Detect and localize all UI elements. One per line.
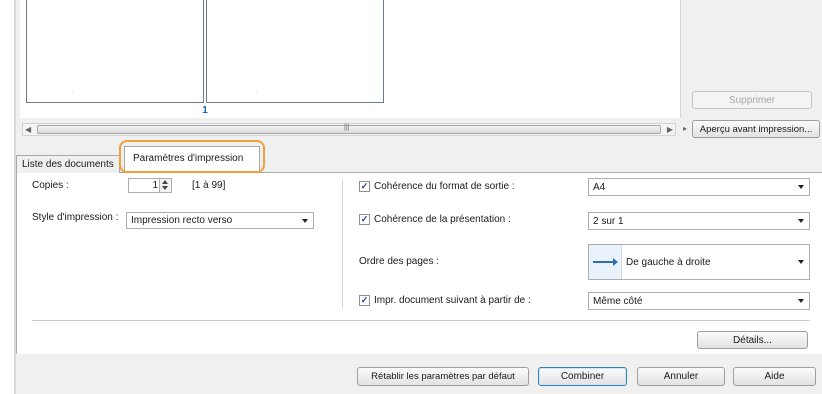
page-thumbnail-right[interactable]: [206, 0, 384, 103]
scroll-right-outer-arrow-icon[interactable]: ▸: [683, 124, 687, 133]
page-order-label: Ordre des pages :: [359, 256, 440, 267]
scrollbar-thumb[interactable]: |||: [37, 124, 661, 134]
layout-select[interactable]: 2 sur 1: [588, 212, 810, 230]
details-button[interactable]: Détails...: [697, 331, 808, 349]
layout-consistency-label: Cohérence de la présentation :: [374, 214, 511, 225]
copies-spinner[interactable]: [159, 179, 171, 192]
chevron-down-icon: [302, 218, 308, 223]
page-thumbnail-left[interactable]: [26, 0, 204, 103]
page-number: 1: [202, 105, 208, 116]
print-preview-button[interactable]: Aperçu avant impression...: [692, 120, 820, 138]
next-document-label: Impr. document suivant à partir de :: [374, 295, 531, 306]
chevron-down-icon: [798, 299, 804, 303]
combine-button[interactable]: Combiner: [538, 367, 627, 386]
next-document-checkbox[interactable]: ✓: [359, 295, 370, 306]
tab-document-list[interactable]: Liste des documents: [16, 155, 120, 173]
spin-up-icon[interactable]: [162, 180, 168, 184]
print-style-value: Impression recto verso: [131, 215, 233, 226]
help-button[interactable]: Aide: [733, 367, 816, 386]
chevron-down-icon: [798, 219, 804, 223]
layout-value: 2 sur 1: [593, 215, 624, 227]
scrollbar-grip-icon: |||: [344, 124, 350, 131]
next-document-select[interactable]: Même côté: [588, 292, 810, 310]
layout-consistency-checkbox[interactable]: ✓: [359, 214, 370, 225]
copies-value: 1: [152, 180, 158, 191]
chevron-down-icon: [798, 260, 804, 264]
thumbnail-mark-right: .: [255, 86, 258, 95]
output-format-select[interactable]: A4: [588, 178, 810, 196]
print-style-select[interactable]: Impression recto verso: [126, 212, 314, 229]
chevron-down-icon: [798, 185, 804, 189]
horizontal-scrollbar[interactable]: ◀ ||| ▶: [22, 123, 676, 136]
column-separator: [342, 180, 343, 308]
cancel-button[interactable]: Annuler: [637, 367, 725, 386]
tab-highlight-callout: [119, 140, 265, 173]
copies-range: [1 à 99]: [192, 180, 226, 191]
scroll-left-arrow-icon[interactable]: ◀: [25, 125, 31, 134]
format-consistency-label: Cohérence du format de sortie :: [374, 181, 515, 192]
left-to-right-order-icon: [589, 245, 622, 279]
copies-input[interactable]: 1: [128, 178, 172, 193]
thumbnail-mark-left: .: [72, 86, 75, 95]
delete-button[interactable]: Supprimer: [692, 91, 812, 109]
format-consistency-checkbox[interactable]: ✓: [359, 181, 370, 192]
print-style-label: Style d'impression :: [32, 212, 119, 223]
panel-divider: [32, 320, 810, 321]
copies-label: Copies :: [32, 180, 69, 191]
page-order-select[interactable]: De gauche à droite: [588, 244, 810, 280]
restore-defaults-button[interactable]: Rétablir les paramètres par défaut: [357, 367, 529, 386]
next-document-value: Même côté: [593, 295, 643, 307]
spin-down-icon[interactable]: [162, 186, 168, 190]
scroll-right-arrow-icon[interactable]: ▶: [667, 125, 673, 134]
output-format-value: A4: [593, 181, 606, 193]
page-order-value: De gauche à droite: [626, 256, 711, 268]
